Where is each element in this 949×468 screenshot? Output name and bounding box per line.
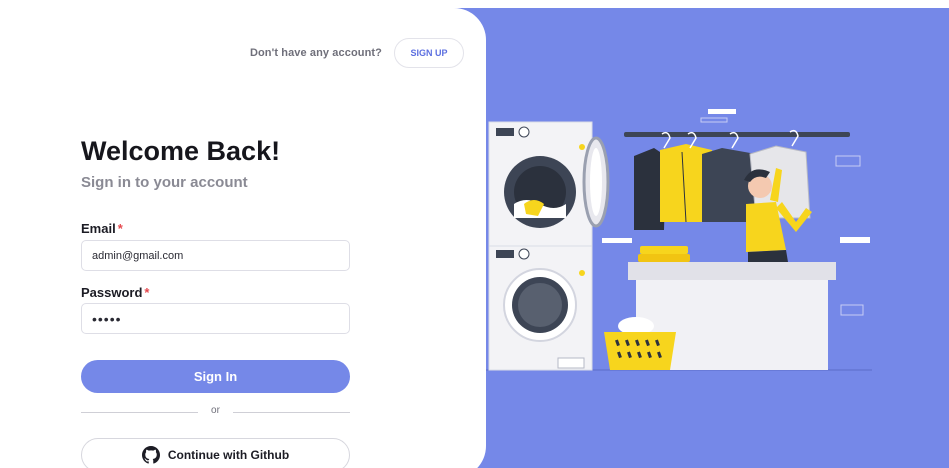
github-button-label: Continue with Github xyxy=(167,448,290,462)
page-title: Welcome Back! xyxy=(81,136,281,166)
or-divider: or xyxy=(81,405,350,419)
divider-text: or xyxy=(211,405,220,416)
github-icon xyxy=(141,446,160,464)
sign-in-button[interactable]: Sign In xyxy=(81,360,350,393)
signup-button[interactable]: SIGN UP xyxy=(394,38,464,68)
password-input[interactable]: ••••• xyxy=(81,303,350,334)
divider-line-right xyxy=(233,412,350,413)
signup-row: Don't have any account? SIGN UP xyxy=(250,38,464,68)
password-label: Password * xyxy=(81,285,149,300)
app-root: Don't have any account? SIGN UP Welcome … xyxy=(0,0,949,468)
laundry-illustration xyxy=(486,109,872,371)
email-input[interactable] xyxy=(81,240,350,271)
github-login-button[interactable]: Continue with Github xyxy=(81,438,350,468)
email-label: Email * xyxy=(81,221,123,236)
required-mark: * xyxy=(117,221,123,236)
login-card: Don't have any account? SIGN UP xyxy=(0,8,486,468)
email-label-text: Email xyxy=(81,221,116,236)
password-label-text: Password xyxy=(81,285,143,300)
page-subtitle: Sign in to your account xyxy=(81,174,248,191)
required-mark: * xyxy=(144,285,150,300)
signup-prompt: Don't have any account? xyxy=(249,47,382,59)
